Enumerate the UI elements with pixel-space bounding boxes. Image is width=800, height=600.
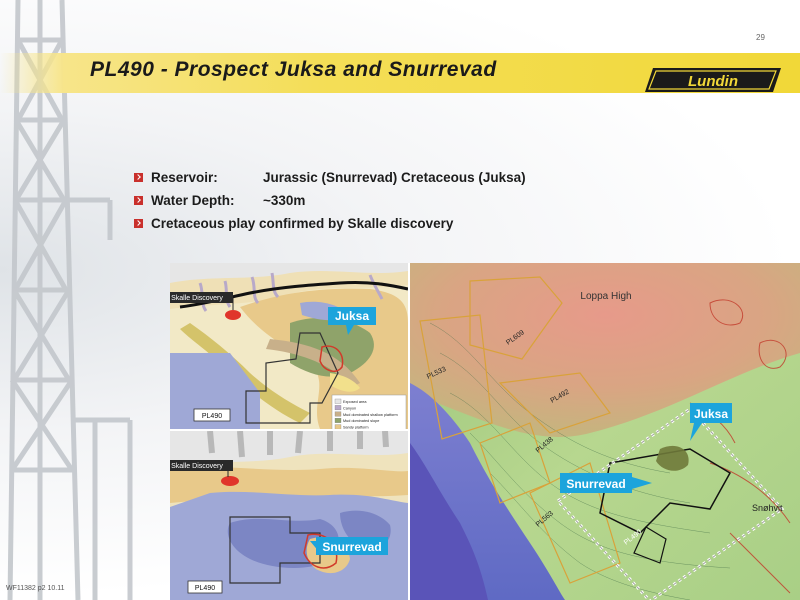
lundin-logo: Lundin: [645, 68, 781, 92]
logo-text: Lundin: [688, 73, 738, 90]
skalle-discovery-label-top: Skalle Discovery: [171, 295, 223, 302]
bullet-value: ~330m: [263, 193, 306, 208]
juksa-callout-left: Juksa: [335, 309, 369, 323]
pl490-label-top: PL490: [202, 413, 222, 420]
bullet-list: Reservoir: Jurassic (Snurrevad) Cretaceo…: [134, 166, 526, 235]
bullet-marker-icon: [134, 196, 143, 205]
page-title: PL490 - Prospect Juksa and Snurrevad: [90, 58, 497, 81]
loppa-high-label: Loppa High: [580, 291, 631, 302]
bullet-reservoir: Reservoir: Jurassic (Snurrevad) Cretaceo…: [134, 166, 526, 189]
footer-code: WF11382 p2 10.11: [6, 585, 65, 592]
legend-swatch: [334, 424, 342, 430]
snurrevad-callout-right: Snurrevad: [566, 477, 625, 491]
legend-swatch: [334, 411, 342, 417]
legend-swatch: [334, 418, 342, 423]
bullet-label: Reservoir:: [151, 170, 218, 185]
skalle-discovery-label-bottom: Skalle Discovery: [171, 463, 223, 470]
legend-swatch: [334, 405, 342, 411]
snohvit-label: Snøhvit: [752, 503, 783, 513]
right-map: Loppa High PL609 PL533 PL492 PL438 PL563…: [410, 263, 800, 600]
bullet-label: Water Depth:: [151, 193, 235, 208]
snurrevad-callout-left: Snurrevad: [322, 540, 381, 554]
legend-label: Exposed area: [343, 400, 367, 404]
legend-swatch: [334, 398, 342, 404]
bullet-marker-icon: [134, 219, 143, 228]
maps-figure: Exposed area Canyon Mud dominated shallow …: [170, 263, 800, 600]
legend-label: Canyon: [343, 406, 356, 410]
bullet-marker-icon: [134, 173, 143, 182]
juksa-callout-right: Juksa: [694, 407, 728, 421]
left-top-map: Exposed area Canyon Mud dominated shallow …: [170, 263, 409, 458]
legend-label: Mud dominated shallow platform: [343, 413, 398, 417]
bullet-cretaceous-play: Cretaceous play confirmed by Skalle disc…: [134, 212, 526, 235]
bullet-label: Cretaceous play confirmed by Skalle disc…: [151, 216, 454, 231]
pl490-label-bottom: PL490: [195, 585, 215, 592]
legend-label: Mud dominated slope: [343, 419, 379, 423]
page-number: 29: [756, 33, 765, 42]
bullet-water-depth: Water Depth: ~330m: [134, 189, 526, 212]
left-bottom-map: Skalle Discovery Snurrevad PL490: [170, 430, 408, 600]
bullet-value: Jurassic (Snurrevad) Cretaceous (Juksa): [263, 170, 526, 185]
